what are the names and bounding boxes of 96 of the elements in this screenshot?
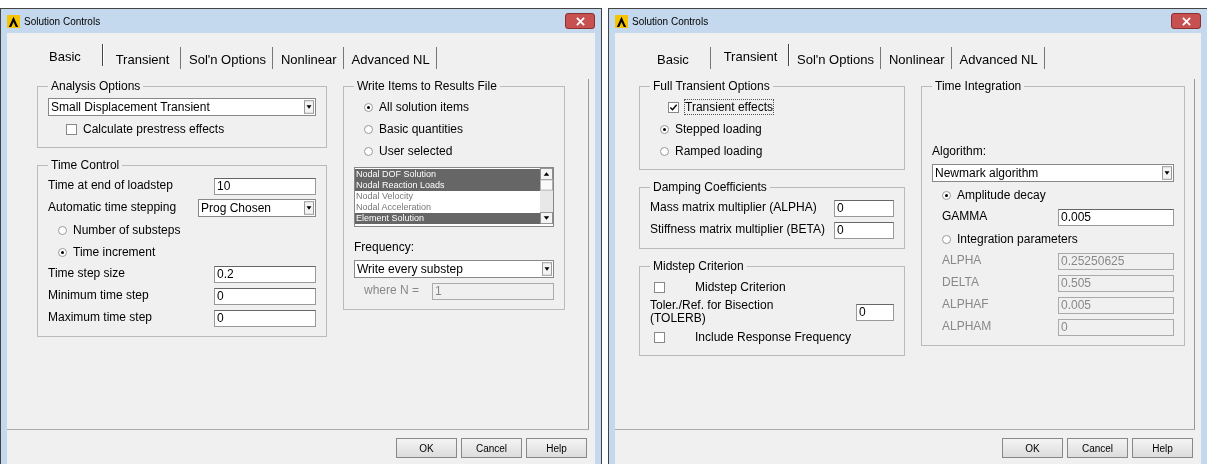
radio-button[interactable] xyxy=(660,146,669,156)
radio-button[interactable] xyxy=(942,234,951,244)
list-item[interactable]: Nodal DOF Solution xyxy=(355,169,540,180)
window-title: Solution Controls xyxy=(24,15,102,27)
tab[interactable]: Sol'n Options xyxy=(185,47,273,69)
field-label: Maximum time step xyxy=(48,311,154,325)
radio-label: Integration parameters xyxy=(957,232,1078,246)
dialog-button[interactable]: Help xyxy=(1132,438,1193,458)
group-title: Midstep Criterion xyxy=(652,259,745,273)
radio-button[interactable] xyxy=(660,124,669,134)
field-label: Toler./Ref. for Bisection (TOLERB) xyxy=(650,299,775,326)
group-title: Analysis Options xyxy=(50,79,142,93)
checkbox-label: Include Response Frequency xyxy=(695,330,852,345)
field-label: Minimum time step xyxy=(48,289,150,303)
checkbox-label: Calculate prestress effects xyxy=(83,122,225,136)
dialog-button[interactable]: Cancel xyxy=(1067,438,1128,458)
dropdown[interactable]: Prog Chosen xyxy=(198,199,316,217)
dialog-button[interactable]: Help xyxy=(526,438,587,458)
radio-label: Number of substeps xyxy=(73,223,181,237)
caret-icon xyxy=(542,262,552,276)
tab[interactable]: Nonlinear xyxy=(276,47,344,69)
close-button[interactable] xyxy=(1171,13,1201,29)
field-label: ALPHAM xyxy=(942,320,993,334)
tab[interactable]: Transient xyxy=(715,44,789,66)
list-item[interactable]: Nodal Acceleration xyxy=(355,202,540,213)
logo-icon xyxy=(615,14,628,28)
group-title: Write Items to Results File xyxy=(356,79,498,93)
input-field[interactable]: 0 xyxy=(214,287,316,305)
list-item[interactable]: Nodal Reaction Loads xyxy=(355,180,540,191)
radio-label: All solution items xyxy=(379,100,470,114)
group-title: Time Control xyxy=(50,158,121,172)
radio-label: Time increment xyxy=(73,245,156,259)
dialog-button[interactable]: OK xyxy=(1002,438,1063,458)
checkbox-label: Transient effects xyxy=(685,100,774,114)
scrollbar[interactable] xyxy=(540,168,553,224)
field-label: where N = xyxy=(364,284,421,298)
dropdown[interactable]: Newmark algorithm xyxy=(932,164,1174,182)
field-label: Time at end of loadstep xyxy=(48,179,174,193)
checkbox[interactable] xyxy=(654,281,665,293)
close-icon xyxy=(575,16,585,26)
tab[interactable]: Sol'n Options xyxy=(793,47,881,69)
group-title: Full Transient Options xyxy=(652,79,771,93)
field-label: DELTA xyxy=(942,276,980,290)
list-item[interactable]: Element Solution xyxy=(355,213,540,224)
caret-icon xyxy=(304,100,314,114)
checkbox[interactable] xyxy=(668,101,679,113)
radio-button[interactable] xyxy=(364,124,373,134)
tab[interactable]: Nonlinear xyxy=(884,47,952,69)
window-title: Solution Controls xyxy=(632,15,710,27)
input-field[interactable]: 0.005 xyxy=(1058,208,1174,226)
radio-label: Basic quantities xyxy=(379,122,464,136)
dialog-button[interactable]: OK xyxy=(396,438,457,458)
field-label: Frequency: xyxy=(354,240,415,254)
caret-icon xyxy=(1162,166,1172,180)
caret-icon xyxy=(304,201,314,215)
radio-label: Amplitude decay xyxy=(957,188,1046,202)
field-label: ALPHAF xyxy=(942,298,990,312)
group-title: Time Integration xyxy=(934,79,1023,93)
tab[interactable]: Basic xyxy=(41,44,103,66)
field-label: Time step size xyxy=(48,267,126,281)
tab[interactable]: Advanced NL xyxy=(955,47,1045,69)
field-label: Stiffness matrix multiplier (BETA) xyxy=(650,223,826,237)
field-label: Mass matrix multiplier (ALPHA) xyxy=(650,201,818,215)
radio-label: User selected xyxy=(379,144,453,158)
tab[interactable]: Basic xyxy=(649,47,711,69)
close-icon xyxy=(1181,16,1191,26)
logo-icon xyxy=(7,14,20,28)
checkbox-label: Midstep Criterion xyxy=(695,280,786,294)
radio-button[interactable] xyxy=(364,102,373,112)
close-button[interactable] xyxy=(565,13,595,29)
checkbox[interactable] xyxy=(66,123,77,135)
field-label: Automatic time stepping xyxy=(48,201,178,215)
radio-label: Ramped loading xyxy=(675,144,763,158)
tab[interactable]: Transient xyxy=(107,47,181,69)
field-label: GAMMA xyxy=(942,210,989,224)
tab[interactable]: Advanced NL xyxy=(347,47,437,69)
radio-button[interactable] xyxy=(942,190,951,200)
input-field[interactable]: 10 xyxy=(214,177,316,195)
list-item[interactable]: Nodal Velocity xyxy=(355,191,540,202)
input-field[interactable]: 0 xyxy=(834,221,894,239)
radio-button[interactable] xyxy=(58,225,67,235)
input-field[interactable]: 0 xyxy=(214,309,316,327)
dialog-button[interactable]: Cancel xyxy=(461,438,522,458)
field-label: Algorithm: xyxy=(932,144,987,158)
list-box[interactable]: Nodal DOF Solution Nodal Reaction Loads Nodal Velocity Nodal Acceleration Element Solution xyxy=(354,167,554,227)
group-title: Damping Coefficients xyxy=(652,180,768,194)
radio-button[interactable] xyxy=(58,247,67,257)
dropdown[interactable]: Write every substep xyxy=(354,260,554,278)
input-field[interactable]: 0 xyxy=(834,199,894,217)
radio-label: Stepped loading xyxy=(675,122,762,136)
input-field[interactable]: 0.2 xyxy=(214,265,316,283)
checkbox[interactable] xyxy=(654,331,665,343)
field-label: ALPHA xyxy=(942,254,983,268)
radio-button[interactable] xyxy=(364,146,373,156)
input-field[interactable]: 0 xyxy=(856,303,894,321)
dropdown[interactable]: Small Displacement Transient xyxy=(48,98,316,116)
